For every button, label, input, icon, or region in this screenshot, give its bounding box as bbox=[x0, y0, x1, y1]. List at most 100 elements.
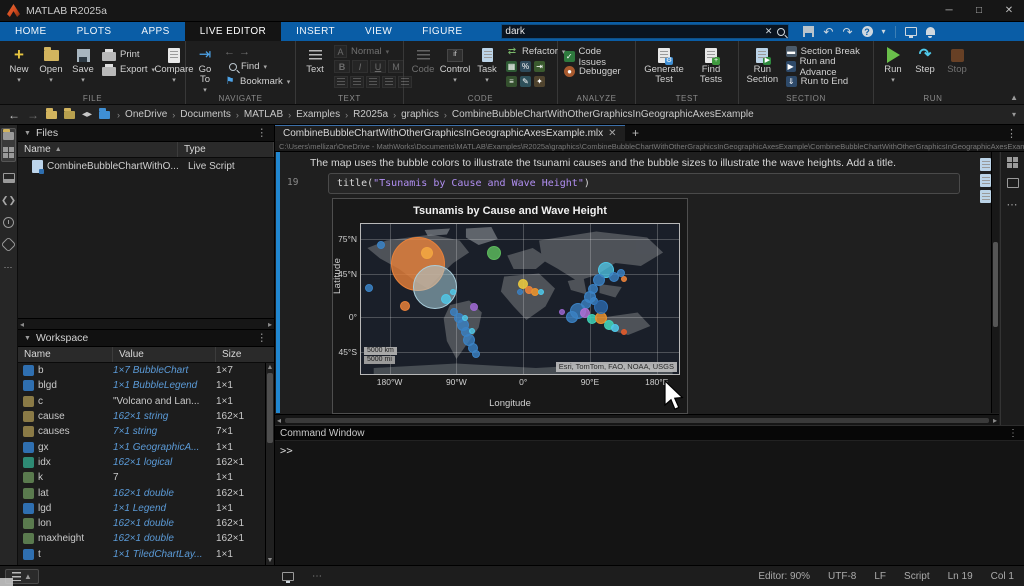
back-icon[interactable]: ← bbox=[8, 108, 20, 122]
workspace-row-causes[interactable]: causes7×1 string7×1 bbox=[18, 424, 265, 439]
ribbon-tab-plots[interactable]: PLOTS bbox=[62, 22, 127, 41]
editor-hscrollbar[interactable]: ◂▸ bbox=[275, 414, 999, 425]
code-tool-icon[interactable]: ✦ bbox=[534, 76, 545, 87]
new-button[interactable]: +New▾ bbox=[4, 44, 34, 88]
status-item[interactable]: Col 1 bbox=[991, 571, 1014, 582]
files-hscrollbar[interactable]: ◂▸ bbox=[18, 318, 274, 329]
layout-grid-icon[interactable] bbox=[1007, 157, 1018, 168]
ribbon-tab-home[interactable]: HOME bbox=[0, 22, 62, 41]
file-row[interactable]: CombineBubbleChartWithO... Live Script bbox=[18, 158, 274, 174]
editor-panel-icon[interactable]: ❮❯ bbox=[3, 194, 15, 206]
workspace-panel-icon[interactable] bbox=[3, 147, 14, 158]
workspace-col-size[interactable]: Size bbox=[216, 347, 274, 362]
text-style-dropdown[interactable]: ANormal▾ bbox=[332, 45, 414, 58]
workspace-row-c[interactable]: c"Volcano and Lan...1×1 bbox=[18, 394, 265, 409]
workspace-row-cause[interactable]: cause162×1 string162×1 bbox=[18, 409, 265, 424]
search-input[interactable] bbox=[505, 26, 760, 37]
code-tool-icon[interactable]: ▦ bbox=[506, 61, 517, 72]
undo-icon[interactable]: ↶ bbox=[823, 25, 833, 39]
find-tests-button[interactable]: +Find Tests bbox=[690, 44, 732, 87]
command-window-menu-icon[interactable]: ⋮ bbox=[1008, 428, 1019, 439]
workspace-row-b[interactable]: b1×7 BubbleChart1×7 bbox=[18, 363, 265, 378]
files-panel-icon[interactable] bbox=[3, 132, 14, 140]
ribbon-tab-apps[interactable]: APPS bbox=[126, 22, 184, 41]
workspace-row-lon[interactable]: lon162×1 double162×1 bbox=[18, 516, 265, 531]
text-button[interactable]: Text bbox=[300, 44, 330, 77]
workspace-row-maxheight[interactable]: maxheight162×1 double162×1 bbox=[18, 531, 265, 546]
documentation-search[interactable]: ✕ bbox=[501, 24, 789, 39]
status-item[interactable]: LF bbox=[874, 571, 886, 582]
task-button[interactable]: Task▾ bbox=[472, 44, 502, 88]
ribbon-tab-live-editor[interactable]: LIVE EDITOR bbox=[185, 22, 281, 41]
close-tab-icon[interactable]: ✕ bbox=[608, 128, 616, 139]
back-forward-buttons[interactable]: ←→ bbox=[222, 45, 292, 58]
run-and-advance-button[interactable]: ▶Run and Advance bbox=[784, 60, 869, 73]
close-button[interactable]: ✕ bbox=[994, 0, 1024, 21]
output-doc-icon[interactable] bbox=[980, 190, 991, 203]
breadcrumb-item[interactable]: CombineBubbleChartWithOtherGraphicsInGeo… bbox=[452, 109, 754, 120]
editor-vscrollbar[interactable] bbox=[991, 152, 999, 413]
compare-button[interactable]: Compare▾ bbox=[159, 44, 189, 88]
run-to-end-button[interactable]: ⇓Run to End bbox=[784, 75, 869, 88]
ribbon-tab-view[interactable]: VIEW bbox=[350, 22, 407, 41]
control-button[interactable]: ifControl▾ bbox=[440, 44, 470, 88]
more-tools-icon[interactable]: ⋯ bbox=[1007, 198, 1019, 211]
breadcrumb-item[interactable]: Examples bbox=[296, 109, 340, 120]
status-more-icon[interactable]: ⋯ bbox=[312, 571, 324, 582]
display-icon[interactable] bbox=[282, 572, 294, 581]
more-panels-icon[interactable]: ⋯ bbox=[3, 261, 15, 273]
folder-up-icon[interactable] bbox=[64, 111, 75, 119]
align-center-icon[interactable] bbox=[382, 76, 396, 88]
minimize-button[interactable]: ─ bbox=[934, 0, 964, 21]
collapse-workspace-icon[interactable]: ▼ bbox=[24, 335, 31, 342]
status-item[interactable]: Editor: 90% bbox=[758, 571, 810, 582]
addons-panel-icon[interactable] bbox=[1, 237, 17, 253]
workspace-vscrollbar[interactable]: ▲ ▼ bbox=[265, 363, 274, 565]
find-button[interactable]: Find▾ bbox=[222, 60, 292, 73]
editor-tab[interactable]: CombineBubbleChartWithOtherGraphicsInGeo… bbox=[275, 125, 625, 141]
stop-button[interactable]: Stop bbox=[942, 44, 972, 77]
redo-icon[interactable]: ↷ bbox=[842, 25, 852, 39]
new-tab-button[interactable]: + bbox=[625, 125, 647, 141]
code-button[interactable]: Code bbox=[408, 44, 438, 77]
workspace-row-idx[interactable]: idx162×1 logical162×1 bbox=[18, 455, 265, 470]
editor-body[interactable]: 19 The map uses the bubble colors to ill… bbox=[275, 152, 1024, 425]
collapse-ribbon-icon[interactable]: ▲ bbox=[1010, 93, 1018, 102]
run-section-button[interactable]: ▶Run Section bbox=[743, 44, 782, 87]
history-panel-icon[interactable] bbox=[3, 217, 14, 228]
clear-search-icon[interactable]: ✕ bbox=[765, 26, 773, 37]
notifications-bell-icon[interactable] bbox=[926, 27, 935, 35]
editor-vscroll-thumb[interactable] bbox=[993, 242, 998, 327]
export-button[interactable]: Export▾ bbox=[100, 63, 157, 76]
help-caret-icon[interactable]: ▾ bbox=[882, 27, 886, 36]
outline-icon[interactable] bbox=[1007, 178, 1019, 188]
desktop-icon[interactable] bbox=[905, 27, 917, 36]
bullet-list-icon[interactable] bbox=[334, 76, 348, 88]
step-button[interactable]: ↷Step bbox=[910, 44, 940, 77]
files-menu-icon[interactable]: ⋮ bbox=[257, 127, 269, 139]
underline-button[interactable]: U bbox=[370, 60, 386, 73]
workspace-col-name[interactable]: Name bbox=[18, 347, 113, 362]
code-tool-icon[interactable]: ✎ bbox=[520, 76, 531, 87]
workspace-row-gx[interactable]: gx1×1 GeographicA...1×1 bbox=[18, 439, 265, 454]
ribbon-tab-figure[interactable]: FIGURE bbox=[407, 22, 477, 41]
align-left-icon[interactable] bbox=[366, 76, 380, 88]
ribbon-tab-insert[interactable]: INSERT bbox=[281, 22, 350, 41]
code-issues-button[interactable]: ✓Code Issues bbox=[562, 50, 631, 63]
geographic-axes[interactable]: 5000 km 5000 mi Esri, TomTom, FAO, NOAA,… bbox=[360, 223, 680, 375]
goto-button[interactable]: ⇥Go To▾ bbox=[190, 44, 220, 98]
monospace-button[interactable]: M bbox=[388, 60, 404, 73]
code-tool-icon[interactable]: ≡ bbox=[506, 76, 517, 87]
bookmark-button[interactable]: ⚑Bookmark▾ bbox=[222, 75, 292, 88]
status-item[interactable]: Ln 19 bbox=[948, 571, 973, 582]
code-line[interactable]: title("Tsunamis by Cause and Wave Height… bbox=[328, 173, 960, 194]
workspace-row-lat[interactable]: lat162×1 double162×1 bbox=[18, 485, 265, 500]
editor-tab-menu-icon[interactable]: ⋮ bbox=[1006, 127, 1024, 140]
breadcrumb-item[interactable]: MATLAB bbox=[244, 109, 283, 120]
italic-button[interactable]: I bbox=[352, 60, 368, 73]
workspace-row-blgd[interactable]: blgd1×1 BubbleLegend1×1 bbox=[18, 378, 265, 393]
output-doc-icon[interactable] bbox=[980, 174, 991, 187]
forward-icon[interactable]: → bbox=[27, 108, 39, 122]
generate-test-button[interactable]: ⚙Generate Test bbox=[640, 44, 688, 87]
workspace-row-k[interactable]: k71×1 bbox=[18, 470, 265, 485]
